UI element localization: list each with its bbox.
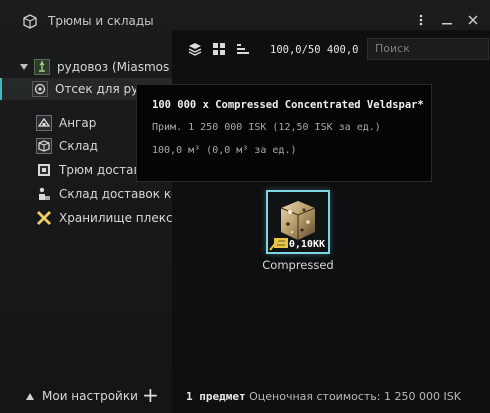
tooltip-title: 100 000 x Compressed Concentrated Veldsp… bbox=[152, 99, 424, 111]
item-tooltip: 100 000 x Compressed Concentrated Veldsp… bbox=[136, 84, 432, 182]
capacity-readout: 100,0/50 400,0 bbox=[270, 44, 359, 56]
my-settings-toggle[interactable]: Мои настройки bbox=[26, 389, 138, 403]
inventory-icon bbox=[23, 14, 37, 29]
sidebar-item-delivery-station[interactable]: Склад доставок ко bbox=[0, 183, 172, 205]
sidebar-item-label: Склад доставок ко bbox=[59, 187, 172, 201]
sidebar-item-label: Ангар bbox=[59, 116, 97, 130]
stack-icon[interactable] bbox=[188, 42, 202, 56]
tooltip-volume: 100,0 м³ (0,0 м³ за ед.) bbox=[152, 145, 297, 156]
sidebar-item-label: Хранилище плексо bbox=[59, 211, 172, 225]
inventory-item[interactable]: 0,10КК Compressed bbox=[262, 190, 334, 273]
tree-ship[interactable]: рудовоз (Miasmos bbox=[0, 56, 172, 78]
sidebar-item-label: Склад bbox=[59, 139, 98, 153]
close-icon[interactable] bbox=[466, 12, 480, 28]
cargo-icon bbox=[36, 138, 52, 154]
item-name: Compressed bbox=[262, 258, 334, 272]
estimated-value: Оценочная стоимость: 1 250 000 ISK bbox=[249, 390, 461, 403]
item-icon-frame[interactable]: 0,10КК bbox=[266, 190, 330, 254]
tooltip-price: Прим. 1 250 000 ISK (12,50 ISK за ед.) bbox=[152, 122, 381, 133]
item-quantity: 0,10КК bbox=[288, 239, 325, 250]
inventory-toolbar: 100,0/50 400,0 Поиск bbox=[172, 30, 490, 68]
ore-hold-icon bbox=[32, 81, 48, 97]
ship-icon bbox=[34, 59, 50, 75]
item-count: 1 предмет bbox=[186, 390, 246, 403]
delivery-station-icon bbox=[39, 187, 50, 200]
window-title: Трюмы и склады bbox=[48, 14, 154, 28]
expand-triangle-icon bbox=[26, 392, 34, 400]
my-settings-label: Мои настройки bbox=[42, 389, 138, 403]
grid-view-icon[interactable] bbox=[212, 42, 226, 56]
ship-name: рудовоз (Miasmos bbox=[57, 60, 170, 74]
minimize-icon[interactable] bbox=[440, 12, 454, 28]
delivery-hold-icon bbox=[38, 164, 50, 176]
sidebar-item-label: Трюм доставк bbox=[59, 163, 148, 177]
hangar-icon bbox=[36, 115, 52, 131]
inventory-window: Трюмы и склады рудовоз (Miasmos Отсек дл… bbox=[0, 0, 490, 413]
plex-vault-icon bbox=[36, 210, 52, 226]
collapse-triangle-icon[interactable] bbox=[20, 63, 28, 71]
inventory-footer: 1 предмет Оценочная стоимость: 1 250 000… bbox=[186, 390, 461, 403]
add-container-button[interactable]: + bbox=[142, 385, 159, 405]
sort-icon[interactable] bbox=[236, 42, 250, 56]
sidebar-item-plex-vault[interactable]: Хранилище плексо bbox=[0, 207, 172, 229]
search-input[interactable]: Поиск bbox=[367, 38, 489, 60]
more-options-icon[interactable] bbox=[414, 12, 428, 28]
